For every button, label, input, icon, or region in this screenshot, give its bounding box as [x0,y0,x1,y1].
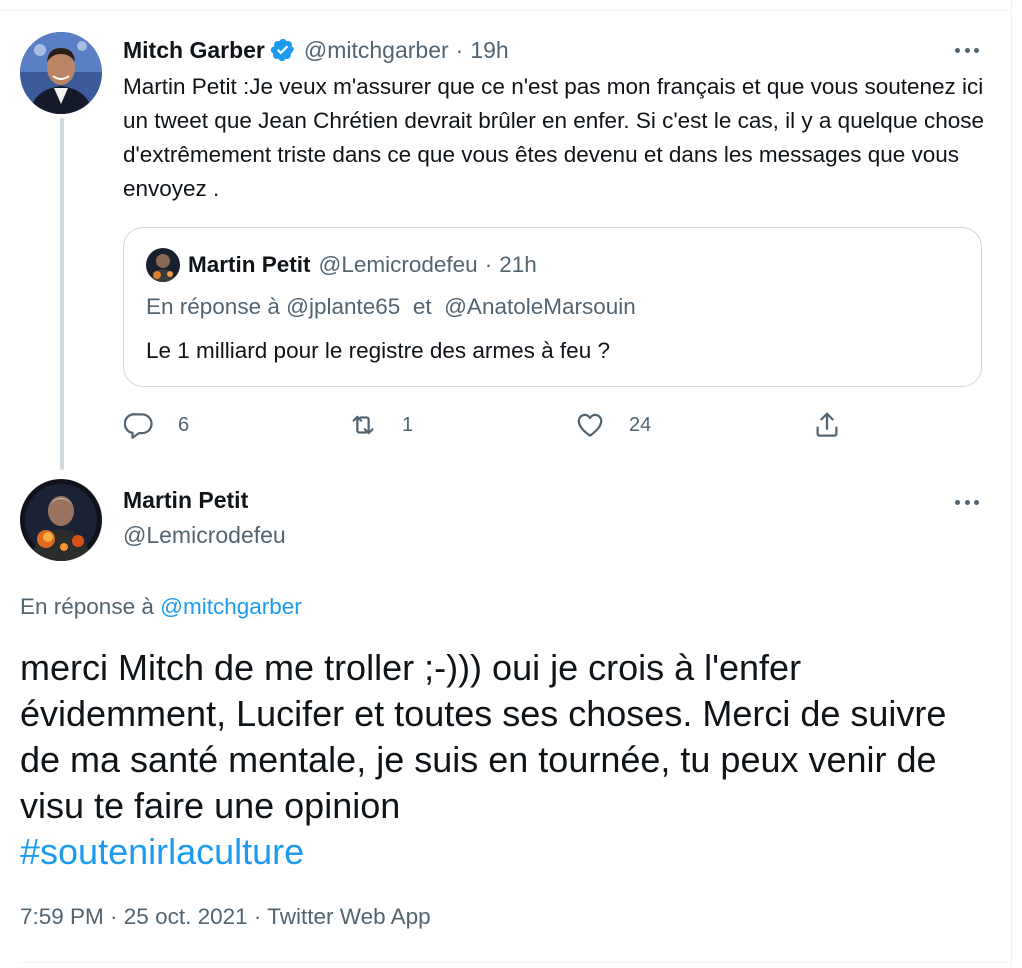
timestamp[interactable]: 7:59 PM · 25 oct. 2021 · [20,904,267,929]
parent-tweet-header: Mitch Garber @mitchgarber · 19h [123,32,509,68]
divider [0,10,1012,11]
thread-connector-line [60,118,64,470]
like-count: 24 [629,413,652,436]
reply-context: En réponse à @mitchgarber [20,590,302,624]
reply-joiner: et [412,294,432,319]
author-name[interactable]: Mitch Garber [123,37,265,64]
author-handle[interactable]: @mitchgarber [304,37,449,64]
main-tweet-body: merci Mitch de me troller ;-))) oui je c… [20,645,990,875]
quoted-author-handle[interactable]: @Lemicrodefeu [319,252,478,278]
quoted-tweet-text: Le 1 milliard pour le registre des armes… [146,338,610,363]
heart-icon [575,410,605,440]
source-app[interactable]: Twitter Web App [267,904,430,929]
reply-prefix: En réponse à [146,294,280,319]
quoted-tweet-time[interactable]: 21h [499,252,537,278]
share-icon [812,410,842,440]
retweet-icon [348,410,378,440]
parent-tweet-text: Martin Petit :Je veux m'assurer que ce n… [123,74,985,201]
quoted-tweet-header: Martin Petit @Lemicrodefeu · 21h [146,248,537,282]
reply-icon [124,410,154,440]
tweet-metadata: 7:59 PM · 25 oct. 2021 · Twitter Web App [20,900,431,934]
separator-dot: · [484,252,493,277]
main-tweet-text: merci Mitch de me troller ;-))) oui je c… [20,647,947,826]
more-options-icon[interactable] [952,40,982,60]
avatar-martin-petit[interactable] [20,479,102,561]
quoted-tweet-card[interactable]: Martin Petit @Lemicrodefeu · 21h En répo… [123,227,982,387]
reply-count: 6 [178,413,190,436]
main-author-handle[interactable]: @Lemicrodefeu [123,522,286,549]
like-button[interactable]: 24 [575,405,651,445]
reply-prefix: En réponse à [20,594,154,619]
divider [1011,0,1012,968]
tweet-thread: Mitch Garber @mitchgarber · 19h Martin P… [0,0,1022,968]
divider [20,962,1012,963]
retweet-button[interactable]: 1 [348,405,413,445]
main-author-name[interactable]: Martin Petit [123,487,248,514]
verified-badge-icon [270,37,296,63]
quoted-author-name[interactable]: Martin Petit [188,252,311,278]
reply-user-mitchgarber[interactable]: @mitchgarber [160,594,302,619]
tweet-actions-bar: 6 1 24 [120,405,860,445]
avatar-mitch-garber[interactable] [20,32,102,114]
share-button[interactable] [812,405,842,445]
reply-user-jplante65[interactable]: @jplante65 [286,294,400,319]
more-options-icon[interactable] [952,492,982,512]
reply-button[interactable]: 6 [124,405,189,445]
reply-user-anatolemarsouin[interactable]: @AnatoleMarsouin [444,294,636,319]
retweet-count: 1 [402,413,414,436]
tweet-time[interactable]: 19h [470,37,508,64]
quoted-reply-context: En réponse à @jplante65 et @AnatoleMarso… [146,290,636,324]
quoted-avatar [146,248,180,282]
separator-dot: · [455,36,464,63]
hashtag-link[interactable]: #soutenirlaculture [20,831,304,872]
